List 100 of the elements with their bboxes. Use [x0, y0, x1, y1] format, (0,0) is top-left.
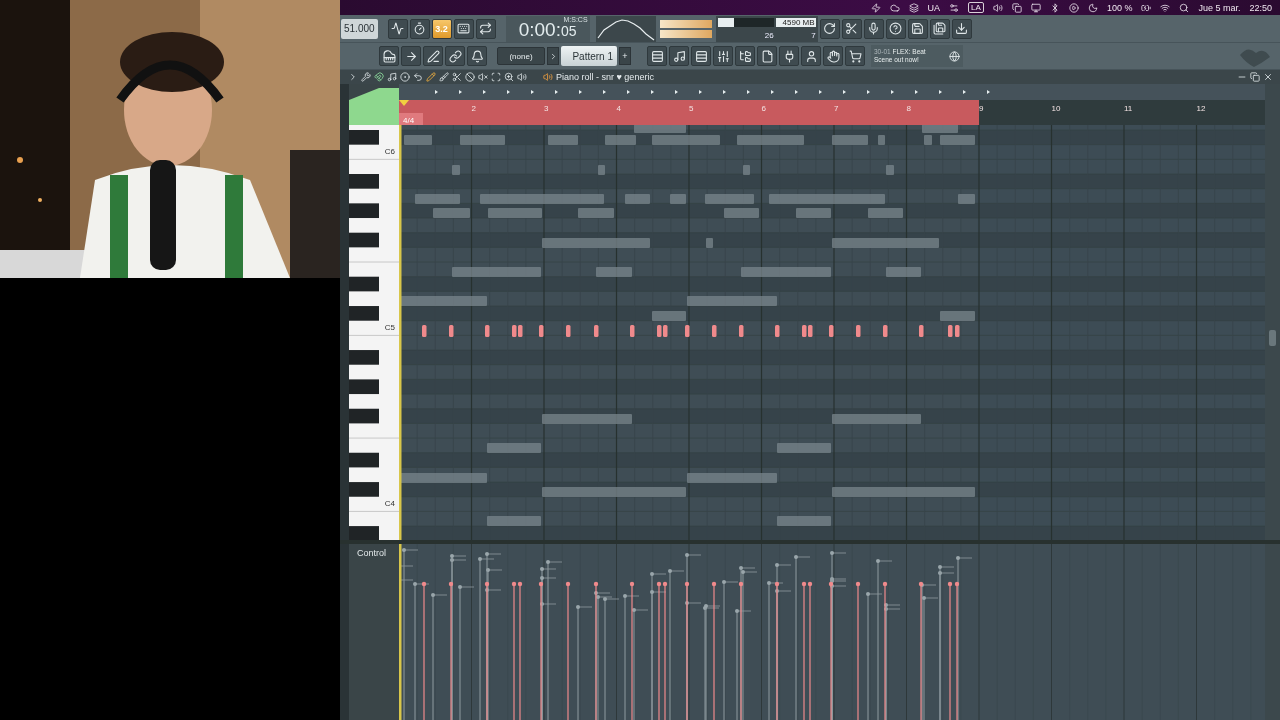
- file-button[interactable]: [757, 46, 777, 66]
- scissors-button[interactable]: [841, 18, 862, 39]
- close-icon[interactable]: [1263, 72, 1273, 82]
- bar-number: 9: [979, 104, 984, 113]
- browser-button[interactable]: [735, 46, 755, 66]
- piano-icon: [382, 49, 396, 63]
- loop-icon: [479, 22, 493, 36]
- select-icon[interactable]: [491, 72, 501, 82]
- save-icon: [911, 22, 925, 36]
- plugin-button[interactable]: [779, 46, 799, 66]
- bolt-icon[interactable]: [870, 2, 881, 13]
- refresh-icon: [823, 22, 837, 36]
- brush-icon[interactable]: [439, 72, 449, 82]
- tempo-field[interactable]: 51.000: [341, 18, 378, 39]
- link-button[interactable]: [445, 46, 465, 66]
- cpu-reading: 26: [763, 30, 774, 40]
- wrench-icon[interactable]: [361, 72, 371, 82]
- pattern-selector[interactable]: Pattern 1: [561, 46, 617, 66]
- mixer-button[interactable]: [713, 46, 733, 66]
- channel-dropdown[interactable]: (none): [497, 47, 545, 65]
- search-icon[interactable]: [1179, 2, 1190, 13]
- piano-roll-title: Piano roll - snr ♥ generic: [556, 72, 654, 82]
- la-status[interactable]: LA: [968, 2, 984, 14]
- user-button[interactable]: [801, 46, 821, 66]
- speaker-icon[interactable]: [543, 72, 553, 82]
- hand-button[interactable]: [823, 46, 843, 66]
- bar-number: 7: [834, 104, 839, 113]
- layers-icon[interactable]: [908, 2, 919, 13]
- save-button[interactable]: [907, 18, 928, 39]
- key-label: C5: [384, 323, 395, 334]
- bar-number: 2: [471, 104, 476, 113]
- scissors-icon[interactable]: [452, 72, 462, 82]
- note-icon[interactable]: [387, 72, 397, 82]
- scrollbar[interactable]: [1265, 544, 1280, 720]
- scrollbar-thumb[interactable]: [1269, 330, 1276, 346]
- download-icon: [955, 22, 969, 36]
- polyphony-reading: 7: [810, 30, 816, 40]
- wifi-icon[interactable]: [1160, 2, 1171, 13]
- arrow-button[interactable]: [401, 46, 421, 66]
- mute-icon[interactable]: [478, 72, 488, 82]
- speaker-icon[interactable]: [517, 72, 527, 82]
- timeline-ruler[interactable]: 2 3 4 5 6 7 8 9 10 11 12 4/4: [399, 84, 1265, 125]
- mixer-icon: [716, 49, 730, 63]
- ua-status[interactable]: UA: [927, 2, 941, 13]
- record-icon[interactable]: [400, 72, 410, 82]
- playlist-button[interactable]: [647, 46, 667, 66]
- help-button[interactable]: [885, 18, 906, 39]
- battery-percent: 100 %: [1106, 2, 1133, 13]
- ban-icon[interactable]: [465, 72, 475, 82]
- refresh-button[interactable]: [819, 18, 840, 39]
- step-sequencer-button[interactable]: [669, 46, 689, 66]
- timer-button[interactable]: [409, 18, 430, 39]
- play-icon[interactable]: [1068, 2, 1079, 13]
- save-all-icon: [933, 22, 947, 36]
- piano-button[interactable]: [379, 46, 399, 66]
- keyboard-button[interactable]: [453, 18, 474, 39]
- magnet-icon[interactable]: [374, 72, 384, 82]
- bar-number: 10: [1051, 104, 1061, 113]
- bell-button[interactable]: [467, 46, 487, 66]
- cart-button[interactable]: [845, 46, 865, 66]
- undo-icon[interactable]: [413, 72, 423, 82]
- scrollbar[interactable]: [1265, 125, 1280, 540]
- browser-icon: [738, 49, 752, 63]
- link-icon: [448, 49, 462, 63]
- bar-number: 8: [906, 104, 911, 113]
- channel-rack-icon: [694, 49, 708, 63]
- key-label: C6: [384, 147, 395, 157]
- add-pattern-button[interactable]: +: [619, 47, 631, 65]
- pencil-icon[interactable]: [426, 72, 436, 82]
- hand-icon: [826, 49, 840, 63]
- cpu-meter: [717, 17, 774, 27]
- bar-number: 3: [544, 104, 549, 113]
- key-label: C4: [384, 499, 395, 510]
- zoom-icon[interactable]: [504, 72, 514, 82]
- battery-icon[interactable]: [1141, 2, 1152, 13]
- bar-number: 4: [616, 104, 621, 113]
- microphone-icon: [867, 22, 881, 36]
- cart-icon: [848, 49, 862, 63]
- play-pattern-button[interactable]: [547, 47, 559, 65]
- timer-icon: [413, 22, 427, 36]
- save-all-button[interactable]: [929, 18, 950, 39]
- menu-clock: 22:50: [1249, 2, 1272, 13]
- piano-keyboard-drawing[interactable]: [349, 125, 399, 540]
- globe-icon[interactable]: [949, 50, 960, 62]
- download-button[interactable]: [951, 18, 972, 39]
- level-meter: [659, 19, 712, 28]
- pulse-icon-button[interactable]: [387, 18, 408, 39]
- restore-icon[interactable]: [1250, 72, 1260, 82]
- channel-rack-button[interactable]: [691, 46, 711, 66]
- volume-icon[interactable]: [992, 2, 1003, 13]
- loop-button[interactable]: [475, 18, 496, 39]
- cloud-icon[interactable]: [889, 2, 900, 13]
- moon-icon[interactable]: [1087, 2, 1098, 13]
- pen-button[interactable]: [423, 46, 443, 66]
- level-meter: [659, 29, 712, 38]
- bar-number: 5: [689, 104, 694, 113]
- windows-icon[interactable]: [1011, 2, 1022, 13]
- display-icon[interactable]: [1030, 2, 1041, 13]
- microphone-button[interactable]: [863, 18, 884, 39]
- bluetooth-icon[interactable]: [1049, 2, 1060, 13]
